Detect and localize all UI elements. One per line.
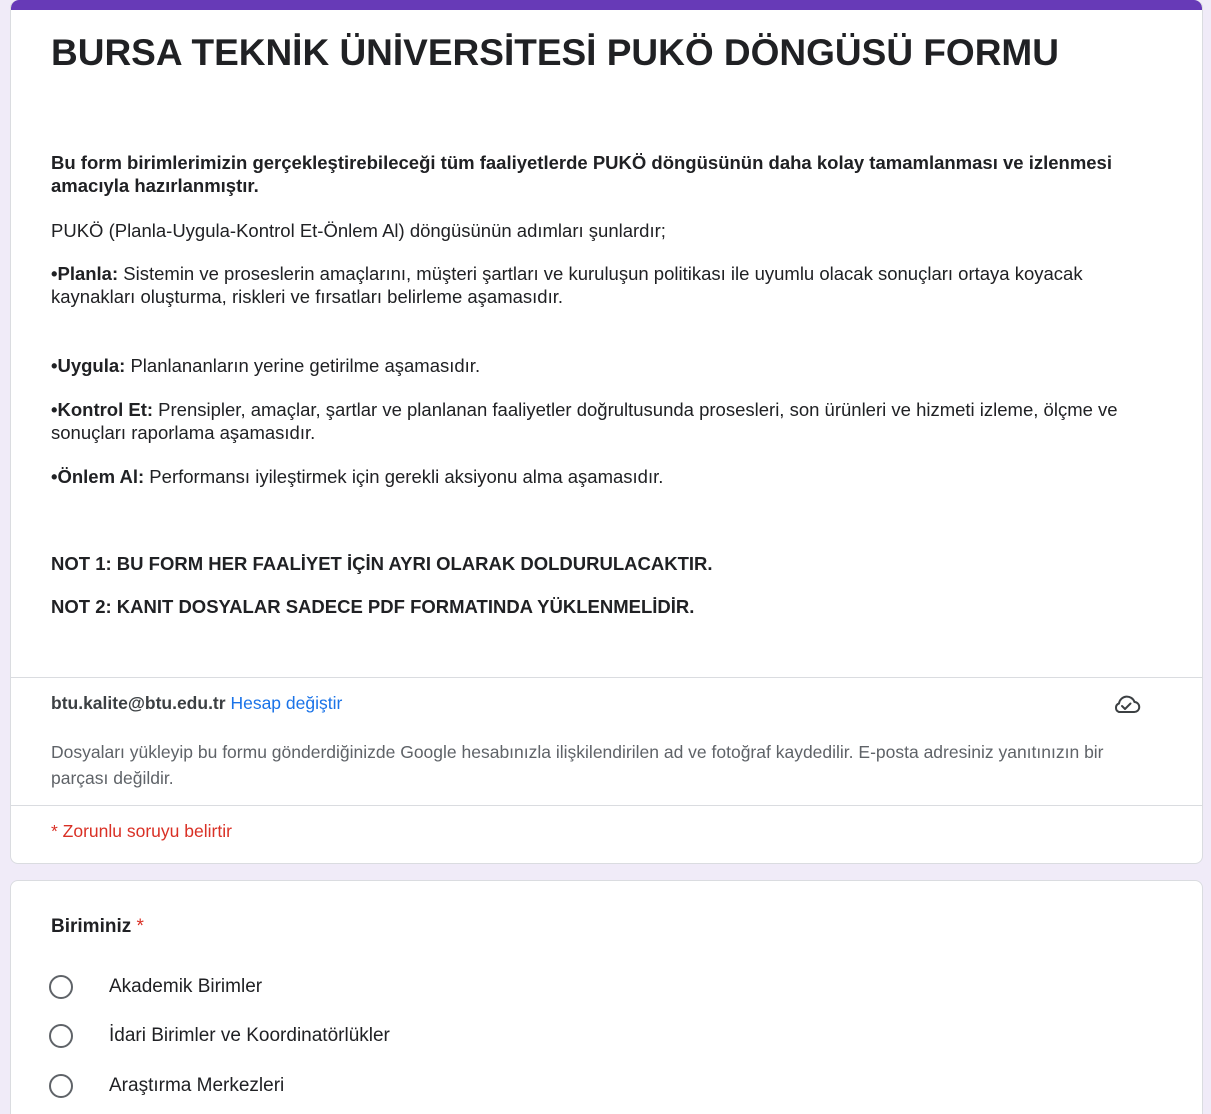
- radio-option-label: Araştırma Merkezleri: [109, 1075, 285, 1096]
- form-header-card: BURSA TEKNİK ÜNİVERSİTESİ PUKÖ DÖNGÜSÜ F…: [10, 0, 1203, 864]
- note-1: NOT 1: BU FORM HER FAALİYET İÇİN AYRI OL…: [51, 553, 713, 574]
- divider: [11, 805, 1202, 806]
- step-label: •Kontrol Et:: [51, 399, 154, 420]
- radio-button[interactable]: [49, 1074, 73, 1098]
- form-intro: PUKÖ (Planla-Uygula-Kontrol Et-Önlem Al)…: [51, 220, 666, 241]
- step-label: •Önlem Al:: [51, 466, 145, 487]
- divider: [11, 677, 1202, 678]
- radio-option[interactable]: Araştırma Merkezleri: [49, 1071, 284, 1101]
- radio-option[interactable]: İdari Birimler ve Koordinatörlükler: [49, 1021, 390, 1051]
- step-kontrol-et: •Kontrol Et: Prensipler, amaçlar, şartla…: [51, 398, 1171, 444]
- switch-account-link[interactable]: Hesap değiştir: [230, 693, 342, 713]
- required-note: * Zorunlu soruyu belirtir: [51, 821, 232, 841]
- step-uygula: •Uygula: Planlananların yerine getirilme…: [51, 354, 1171, 377]
- step-text: Sistemin ve proseslerin amaçlarını, müşt…: [51, 263, 1083, 307]
- question-title-text: Biriminiz: [51, 916, 132, 937]
- form-title: BURSA TEKNİK ÜNİVERSİTESİ PUKÖ DÖNGÜSÜ F…: [51, 32, 1059, 73]
- radio-button[interactable]: [49, 975, 73, 999]
- cloud-check-icon: [1111, 693, 1141, 715]
- step-onlem-al: •Önlem Al: Performansı iyileştirmek için…: [51, 465, 1171, 488]
- step-text: Prensipler, amaçlar, şartlar ve planlana…: [51, 399, 1118, 443]
- step-label: •Uygula:: [51, 355, 126, 376]
- form-intro-bold: Bu form birimlerimizin gerçekleştirebile…: [51, 152, 1112, 196]
- radio-button[interactable]: [49, 1024, 73, 1048]
- step-planla: •Planla: Sistemin ve proseslerin amaçlar…: [51, 262, 1171, 308]
- note-2: NOT 2: KANIT DOSYALAR SADECE PDF FORMATI…: [51, 596, 695, 617]
- step-label: •Planla:: [51, 263, 119, 284]
- account-email: btu.kalite@btu.edu.tr: [51, 693, 226, 713]
- required-asterisk: *: [136, 916, 144, 937]
- account-row: btu.kalite@btu.edu.tr Hesap değiştir: [51, 692, 342, 714]
- form-page: BURSA TEKNİK ÜNİVERSİTESİ PUKÖ DÖNGÜSÜ F…: [0, 0, 1211, 1114]
- step-text: Planlananların yerine getirilme aşamasıd…: [125, 355, 481, 376]
- question-card: Biriminiz * Akademik Birimler İdari Biri…: [10, 880, 1203, 1114]
- radio-option[interactable]: Akademik Birimler: [49, 972, 262, 1002]
- radio-option-label: Akademik Birimler: [109, 976, 263, 997]
- privacy-note: Dosyaları yükleyip bu formu gönderdiğini…: [51, 742, 1104, 788]
- question-title: Biriminiz *: [51, 915, 144, 939]
- header-accent-bar: [11, 0, 1202, 10]
- radio-option-label: İdari Birimler ve Koordinatörlükler: [109, 1025, 390, 1046]
- step-text: Performansı iyileştirmek için gerekli ak…: [144, 466, 664, 487]
